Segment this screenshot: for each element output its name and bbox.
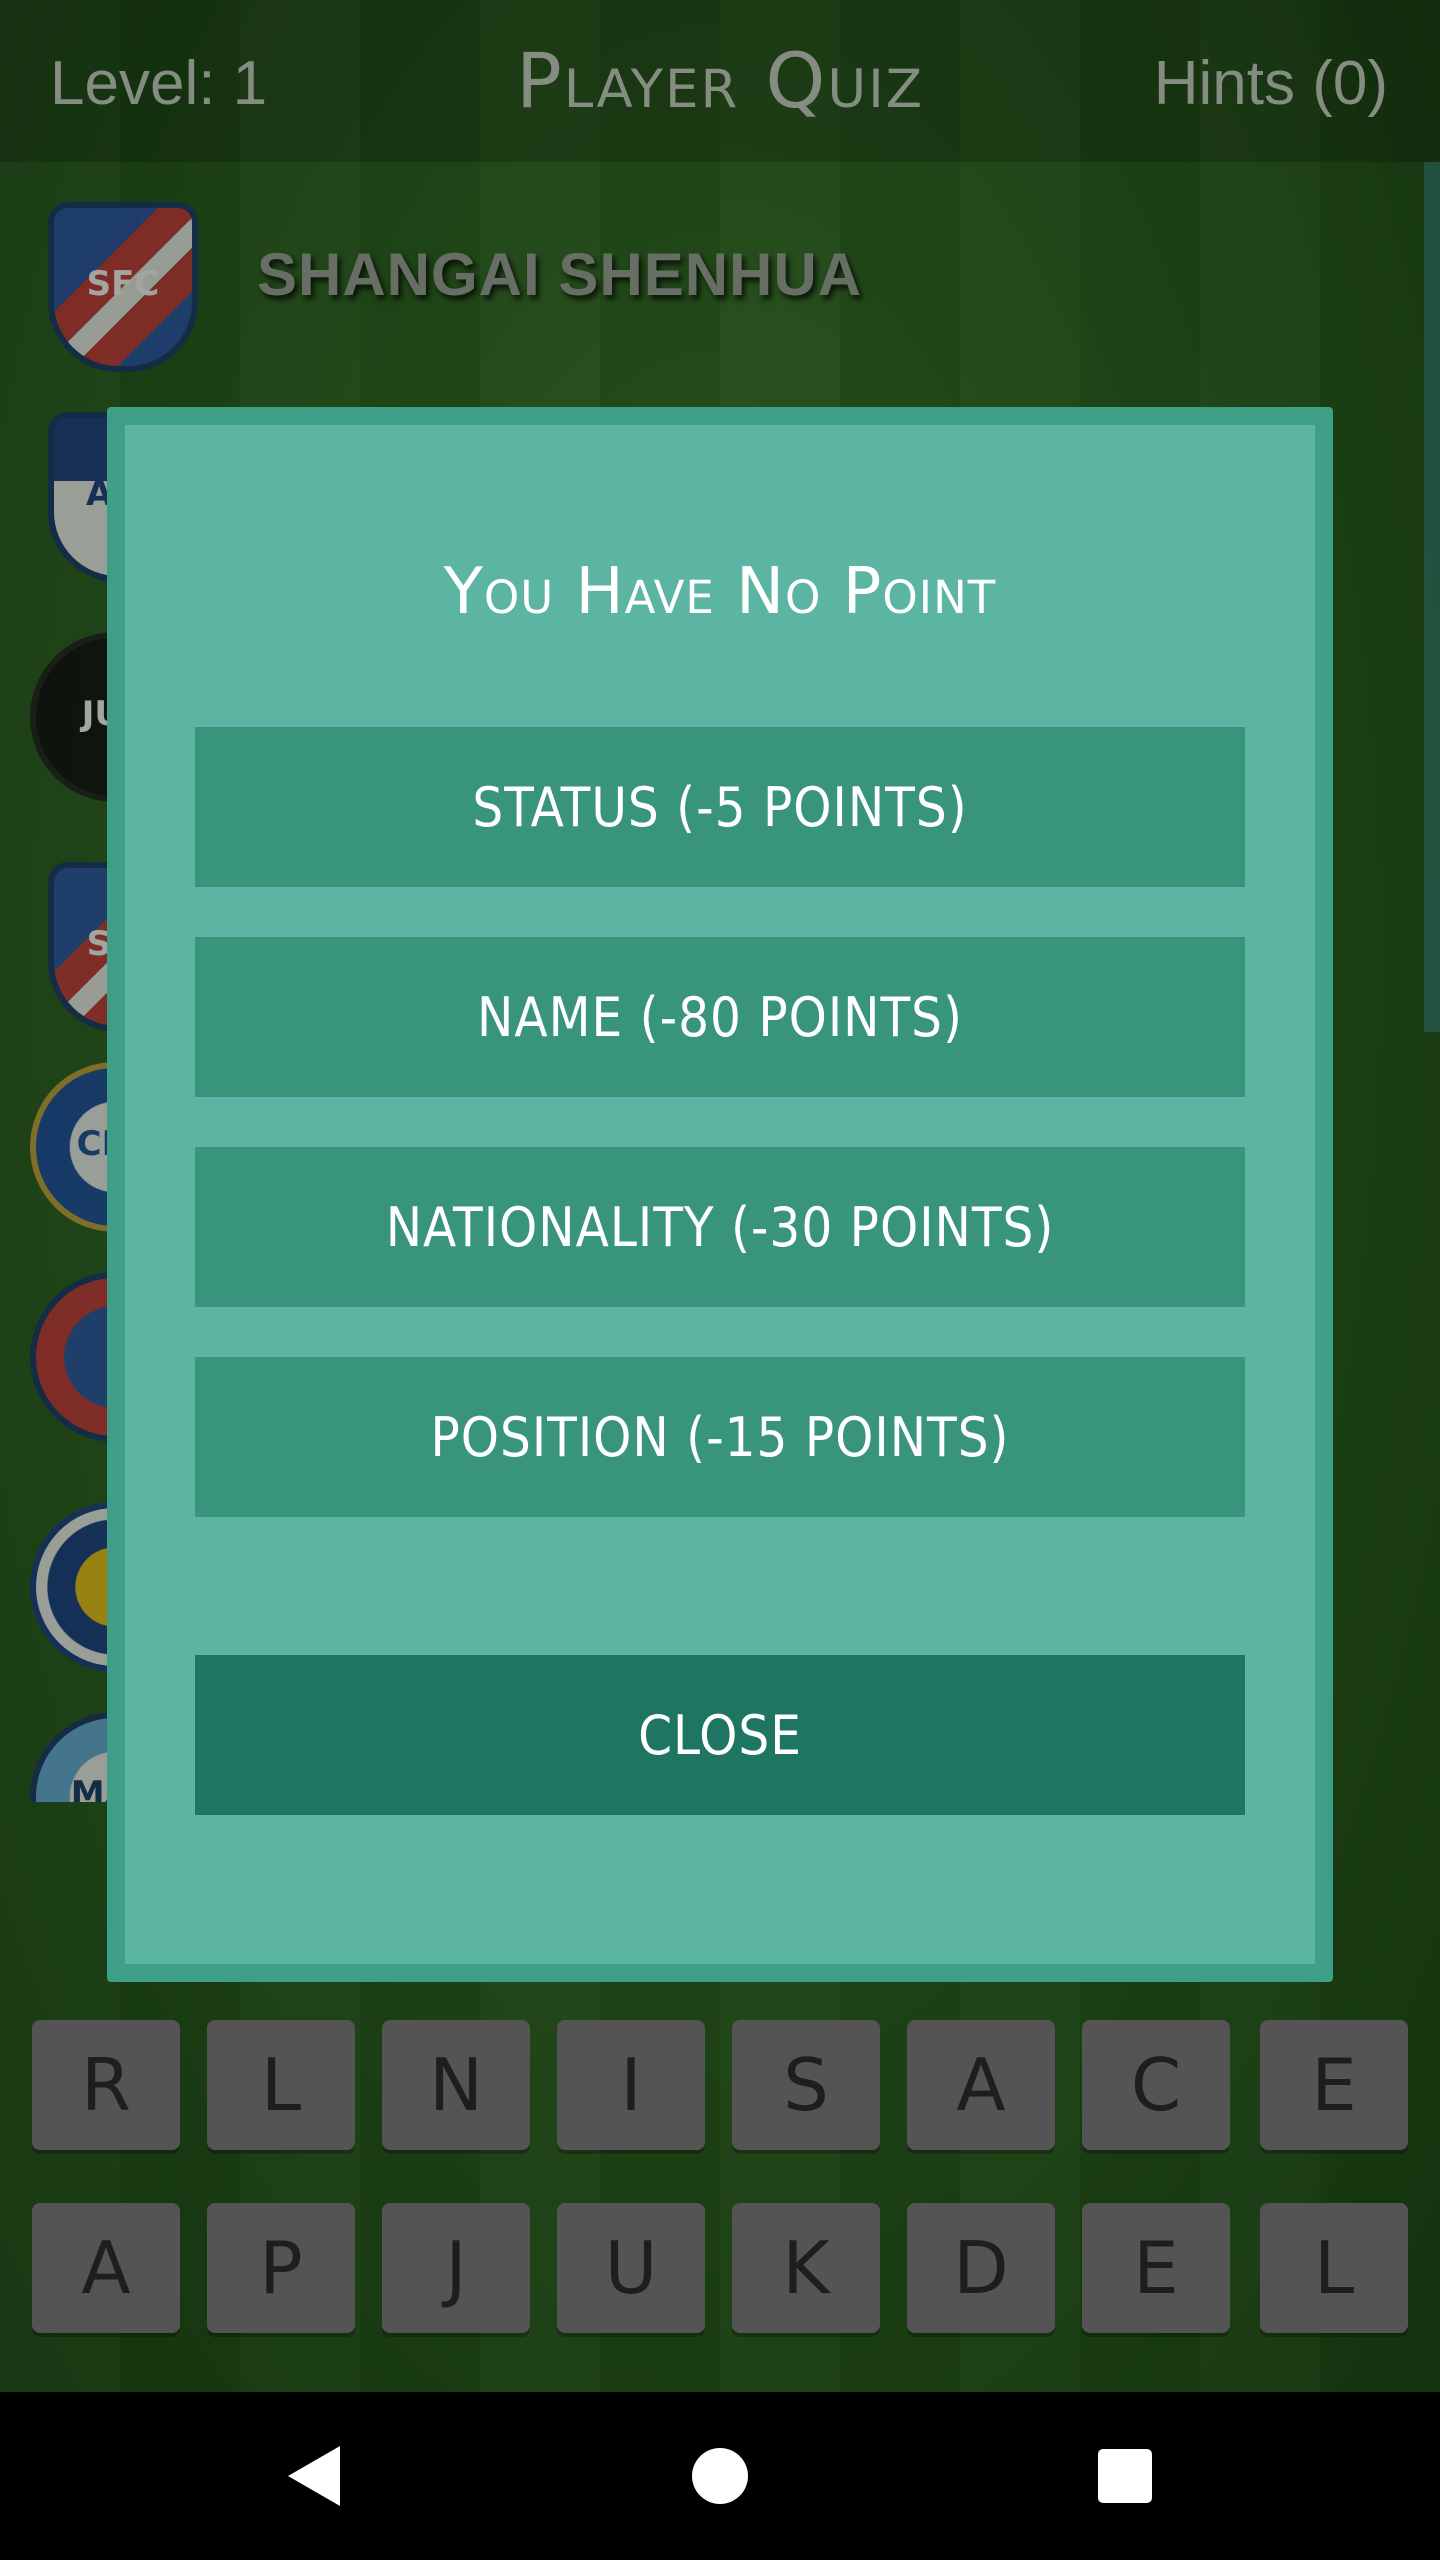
recent-apps-icon[interactable] <box>1098 2449 1152 2503</box>
status-hint-button[interactable]: STATUS (-5 POINTS) <box>195 727 1245 887</box>
name-hint-button[interactable]: NAME (-80 POINTS) <box>195 937 1245 1097</box>
hint-dialog: You Have No Point STATUS (-5 POINTS) NAM… <box>107 407 1333 1982</box>
dialog-title: You Have No Point <box>443 555 997 629</box>
nationality-hint-button[interactable]: NATIONALITY (-30 POINTS) <box>195 1147 1245 1307</box>
home-icon[interactable] <box>692 2448 748 2504</box>
system-nav-bar <box>0 2392 1440 2560</box>
back-icon[interactable] <box>288 2446 340 2506</box>
quiz-screen: Level: 1 Player Quiz Hints (0) SFC SHANG… <box>0 0 1440 2392</box>
close-button[interactable]: CLOSE <box>195 1655 1245 1815</box>
position-hint-button[interactable]: POSITION (-15 POINTS) <box>195 1357 1245 1517</box>
